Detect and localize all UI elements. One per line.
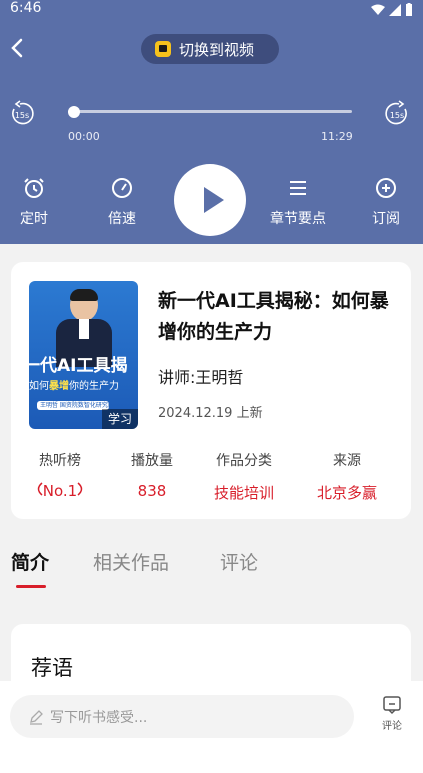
stat-value: 技能培训 [213,484,274,502]
status-bar: 6:46 [0,0,423,22]
laurel-left-icon [37,482,43,496]
cover-learn-badge: 学习 [102,409,138,429]
switch-to-video-button[interactable]: 切换到视频 [141,34,279,64]
stat-label: 热听榜 [39,453,81,469]
stat-source[interactable]: 来源 北京多赢 [303,450,391,503]
timer-label: 定时 [20,211,48,227]
cover-subtitle: 如何暴增你的生产力 [29,381,119,392]
play-button[interactable] [174,164,246,236]
subscribe-label: 订阅 [372,211,400,227]
skip-forward-15-icon[interactable]: 15s [383,100,411,128]
book-date: 2024.12.19 上新 [158,406,263,421]
stat-label: 播放量 [131,453,173,469]
battery-icon [406,3,412,16]
comment-icon [383,696,401,715]
bottom-bar: 写下听书感受... 评论 [0,681,423,773]
switch-to-video-label: 切换到视频 [179,40,255,59]
speed-label: 倍速 [108,211,136,227]
laurel-right-icon [77,482,83,496]
skip-back-15-icon[interactable]: 15s [8,100,36,128]
speed-button[interactable]: 倍速 [92,176,152,228]
stat-label: 作品分类 [216,453,272,469]
chapters-button[interactable]: 章节要点 [266,176,330,228]
review-input[interactable]: 写下听书感受... [10,695,354,738]
subscribe-button[interactable]: 订阅 [356,176,416,228]
stat-hot-rank: 热听榜 No.1 [16,450,104,500]
speedometer-icon [112,178,132,198]
tab-intro[interactable]: 简介 [11,548,49,575]
signal-icon [389,3,401,16]
status-icons [371,3,413,16]
stat-label: 来源 [333,453,361,469]
progress-track[interactable] [68,110,352,113]
list-icon [290,181,306,195]
book-title: 新一代AI工具揭秘：如何暴增你的生产力 [158,290,389,343]
cover-tag: 王明哲 国资院数智化研究院 [37,401,109,410]
stat-value: 838 [137,482,167,500]
active-tab-indicator [16,585,46,588]
skip-forward-label: 15s [390,111,404,120]
cover-title-text: 一代AI工具揭 [29,356,128,376]
stat-value: 北京多赢 [316,484,377,502]
back-arrow-icon[interactable] [6,36,30,60]
alarm-clock-icon [24,178,44,198]
book-lecturer: 讲师:王明哲 [158,368,244,387]
stat-category[interactable]: 作品分类 技能培训 [200,450,288,503]
video-switch-icon [155,41,171,57]
comment-label: 评论 [382,721,402,732]
review-input-placeholder: 写下听书感受... [50,709,148,726]
stat-plays: 播放量 838 [108,450,196,500]
tab-related-works[interactable]: 相关作品 [93,548,169,575]
progress-knob[interactable] [68,106,80,118]
time-current: 00:00 [68,130,100,143]
tab-comments[interactable]: 评论 [220,548,258,575]
wifi-icon [371,4,385,15]
skip-back-label: 15s [15,111,29,120]
time-total: 11:29 [321,130,353,143]
book-info-card: 一代AI工具揭 如何暴增你的生产力 王明哲 国资院数智化研究院 学习 新一代AI… [11,262,411,519]
pencil-icon [30,709,43,725]
recommendation-title: 荐语 [31,656,73,680]
status-time: 6:46 [10,0,42,16]
comment-button[interactable]: 评论 [374,695,410,732]
timer-button[interactable]: 定时 [4,176,64,228]
plus-circle-icon [376,178,396,198]
book-cover[interactable]: 一代AI工具揭 如何暴增你的生产力 王明哲 国资院数智化研究院 学习 [29,281,138,429]
chapters-label: 章节要点 [270,211,326,227]
stat-value: No.1 [16,482,104,500]
tab-bar: 简介 相关作品 评论 [0,548,423,588]
player-header: 6:46 切换到视频 15s 15s 00:00 11:29 定时 倍速 章节要… [0,0,423,244]
